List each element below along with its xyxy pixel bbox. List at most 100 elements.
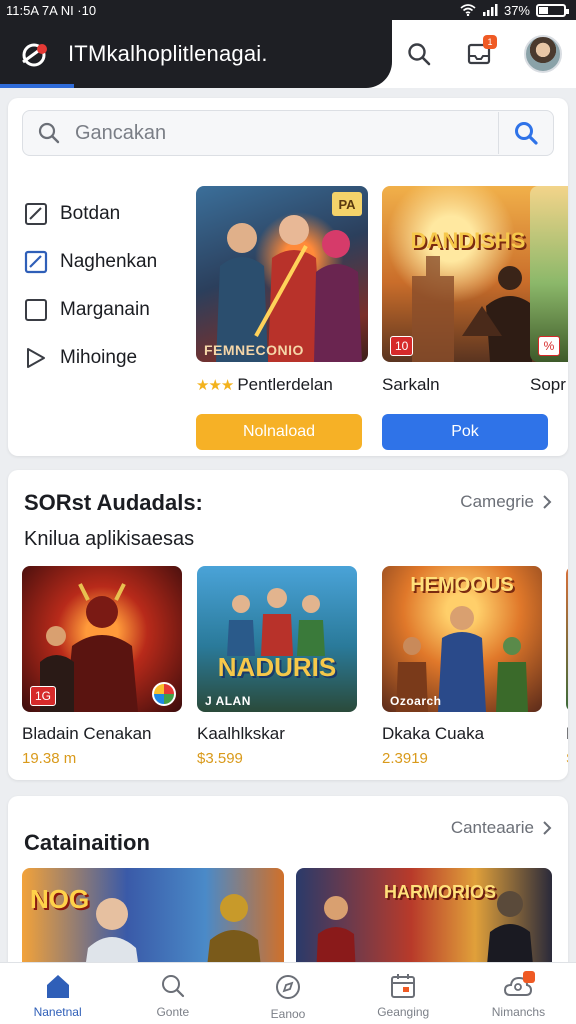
game-name: Kaalhlkskar xyxy=(197,724,285,743)
hero-team-art xyxy=(227,588,325,656)
nav-badge xyxy=(522,971,535,983)
nav-label: Nanetnal xyxy=(33,1005,82,1019)
app-bar-accent xyxy=(0,84,74,88)
app-bar-actions: 1 xyxy=(404,20,562,88)
cover-art-title: NADURIS xyxy=(217,652,337,682)
status-bar: 11:5A 7A NI ·10 37% xyxy=(0,0,576,20)
game-cover xyxy=(566,566,568,712)
age-rating-badge: 10 xyxy=(390,336,414,356)
filter-item-naghenkan[interactable]: Naghenkan xyxy=(24,238,194,286)
section-link[interactable]: Canteaarie xyxy=(451,818,552,838)
notification-badge: 1 xyxy=(483,35,497,49)
download-button[interactable]: Nolnaload xyxy=(196,414,362,450)
square-check-icon xyxy=(25,203,47,225)
game-cover: NADURIS J ALAN xyxy=(197,566,357,712)
game-card[interactable]: K S xyxy=(566,566,568,767)
game-card[interactable]: NADURIS J ALAN Kaalhlkskar $3.599 xyxy=(197,566,357,767)
catalog-tile[interactable]: NOG xyxy=(22,868,284,976)
square-outline-icon xyxy=(25,299,47,321)
platform-icon xyxy=(152,682,176,706)
nav-item-search[interactable]: Gonte xyxy=(115,963,230,1024)
filter-label: Mihoinge xyxy=(60,347,138,368)
nav-label: Eanoo xyxy=(270,1007,306,1021)
game-name: K xyxy=(566,724,568,744)
catalog-section: Catainaition Canteaarie NOG HARMORIOS xyxy=(8,796,568,976)
section-link[interactable]: Camegrie xyxy=(460,492,552,512)
game-cover: 1G xyxy=(22,566,182,712)
search-icon xyxy=(38,122,60,144)
filter-item-marganain[interactable]: Marganain xyxy=(24,286,194,334)
rating-stars: ★★★ xyxy=(196,377,234,394)
cover-caption: Ozoarch xyxy=(390,694,442,708)
app-bar: ITMkalhoplitlenagai. 1 xyxy=(0,20,576,88)
catalog-tile[interactable]: HARMORIOS xyxy=(296,868,552,976)
cover-caption: FEMNECONIO xyxy=(204,342,304,358)
search-icon xyxy=(161,975,184,998)
nav-label: Nimanchs xyxy=(491,1005,546,1019)
nav-item-home[interactable]: Nanetnal xyxy=(0,963,115,1024)
play-button[interactable]: Pok xyxy=(382,414,548,450)
game-price: 2.3919 xyxy=(382,750,428,767)
popular-section: SORst Audadals: Camegrie Knilua aplikisa… xyxy=(8,470,568,780)
search-leading xyxy=(23,121,75,145)
cover-art-title: HEMOOUS xyxy=(410,574,514,596)
game-title: Sopr xyxy=(530,374,568,396)
game-title: ★★★ Pentlerdelan xyxy=(196,374,368,396)
featured-game-card[interactable]: PA FEMNECONIO ★★★ Pentlerdelan Nolnaload xyxy=(196,186,368,450)
game-card[interactable]: HEMOOUS Ozoarch Dkaka Cuaka 2.3919 xyxy=(382,566,542,767)
search-bar xyxy=(22,110,554,156)
game-name: Dkaka Cuaka xyxy=(382,724,485,743)
chevron-right-icon xyxy=(543,821,552,835)
play-outline-icon xyxy=(27,348,45,368)
featured-card: Botdan Naghenkan Marganain Mihoinge PA F… xyxy=(8,98,568,456)
notifications-button[interactable]: 1 xyxy=(464,35,497,69)
featured-game-card[interactable]: DANDISHS 10 Sarkaln Pok xyxy=(382,186,554,450)
app-logo-icon[interactable] xyxy=(18,37,52,71)
wifi-icon xyxy=(460,4,476,16)
catalog-art xyxy=(84,894,262,976)
filter-label: Marganain xyxy=(60,299,150,320)
game-title: Sarkaln xyxy=(382,374,554,396)
section-subtitle: Knilua aplikisaesas xyxy=(24,528,195,550)
battery-icon xyxy=(536,3,569,17)
game-badge: % xyxy=(538,336,560,356)
avatar[interactable] xyxy=(524,35,562,73)
game-price: S xyxy=(566,750,568,767)
game-cover: PA FEMNECONIO xyxy=(196,186,368,362)
nav-label: Geanging xyxy=(377,1005,430,1019)
section-link-label: Camegrie xyxy=(460,492,534,511)
calendar-icon xyxy=(391,974,416,998)
game-cover: HEMOOUS Ozoarch xyxy=(382,566,542,712)
game-card[interactable]: 1G Bladain Cenakan 19.38 m xyxy=(22,566,182,767)
section-title: Catainaition xyxy=(24,830,150,855)
section-title: SORst Audadals: xyxy=(24,490,203,515)
filter-item-botdan[interactable]: Botdan xyxy=(24,190,194,238)
game-name: Sarkaln xyxy=(382,375,440,394)
game-cover: % xyxy=(530,186,568,362)
search-input[interactable] xyxy=(75,111,498,155)
square-check-blue-icon xyxy=(24,250,48,274)
game-cover: DANDISHS 10 xyxy=(382,186,554,362)
search-icon xyxy=(408,43,431,66)
signal-icon xyxy=(482,4,498,16)
nav-label: Gonte xyxy=(156,1005,190,1019)
age-rating-badge: 1G xyxy=(30,686,57,706)
game-badge: PA xyxy=(332,192,362,216)
search-submit-button[interactable] xyxy=(499,120,553,146)
status-time: 11:5A 7A NI ·10 xyxy=(6,2,97,18)
cover-caption: J ALAN xyxy=(205,694,251,708)
featured-game-card[interactable]: % Sopr xyxy=(530,186,568,396)
status-icons: 37% xyxy=(460,3,569,18)
game-name: Bladain Cenakan xyxy=(22,724,152,743)
nav-item-explore[interactable]: Eanoo xyxy=(230,963,345,1024)
nav-item-calendar[interactable]: Geanging xyxy=(346,963,461,1024)
battery-fill xyxy=(539,6,548,14)
nav-item-profile[interactable]: Nimanchs xyxy=(461,963,576,1024)
filter-item-mihoinge[interactable]: Mihoinge xyxy=(24,334,194,382)
search-icon xyxy=(515,122,538,145)
cover-art-title: DANDISHS xyxy=(410,228,526,253)
search-button[interactable] xyxy=(404,39,434,69)
app-title: ITMkalhoplitlenagai. xyxy=(68,41,268,66)
section-link-label: Canteaarie xyxy=(450,818,534,837)
filter-label: Botdan xyxy=(60,203,121,224)
